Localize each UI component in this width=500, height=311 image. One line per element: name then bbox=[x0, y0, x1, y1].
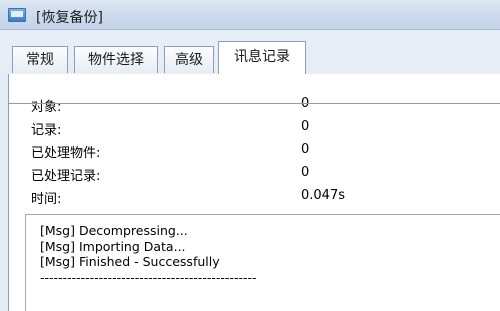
log-output-box[interactable]: [Msg] Decompressing... [Msg] Importing D… bbox=[25, 214, 500, 311]
tab-general[interactable]: 常规 bbox=[12, 46, 68, 73]
tab-object-selection[interactable]: 物件选择 bbox=[74, 46, 158, 73]
message-log-panel: 对象: 0 记录: 0 已处理物件: 0 已处理记录: 0 时间: 0.047s… bbox=[8, 74, 500, 311]
tab-advanced[interactable]: 高级 bbox=[164, 46, 214, 73]
app-window-icon bbox=[8, 8, 26, 22]
stat-value: 0 bbox=[301, 119, 310, 134]
stat-label: 已处理物件: bbox=[31, 146, 101, 161]
window-title: [恢复备份] bbox=[36, 10, 103, 26]
stat-label: 已处理记录: bbox=[31, 169, 101, 184]
stat-label: 对象: bbox=[31, 100, 62, 115]
log-separator: ----------------------------------------… bbox=[40, 269, 257, 285]
stat-row-objects: 对象: 0 bbox=[31, 94, 471, 117]
tab-divider bbox=[8, 103, 500, 104]
stat-label: 时间: bbox=[31, 192, 62, 207]
log-line: [Msg] Importing Data... bbox=[40, 238, 186, 254]
stats-list: 对象: 0 记录: 0 已处理物件: 0 已处理记录: 0 时间: 0.047s bbox=[31, 94, 471, 209]
tab-message-log[interactable]: 讯息记录 bbox=[218, 41, 306, 74]
stat-value: 0 bbox=[301, 142, 310, 157]
stat-label: 记录: bbox=[31, 123, 62, 138]
log-line: [Msg] Decompressing... bbox=[40, 223, 188, 238]
log-line: [Msg] Finished - Successfully bbox=[40, 254, 220, 269]
stat-row-processed-records: 已处理记录: 0 bbox=[31, 163, 471, 186]
title-bar: [恢复备份] bbox=[0, 0, 500, 30]
stat-value: 0.047s bbox=[301, 188, 345, 203]
tab-strip: 常规 物件选择 高级 讯息记录 bbox=[0, 30, 500, 104]
restore-backup-window: [恢复备份] 常规 物件选择 高级 讯息记录 对象: 0 记录: 0 已处理物件… bbox=[0, 0, 500, 311]
stat-row-time: 时间: 0.047s bbox=[31, 186, 471, 209]
stat-row-processed-objects: 已处理物件: 0 bbox=[31, 140, 471, 163]
stat-row-records: 记录: 0 bbox=[31, 117, 471, 140]
stat-value: 0 bbox=[301, 165, 310, 180]
